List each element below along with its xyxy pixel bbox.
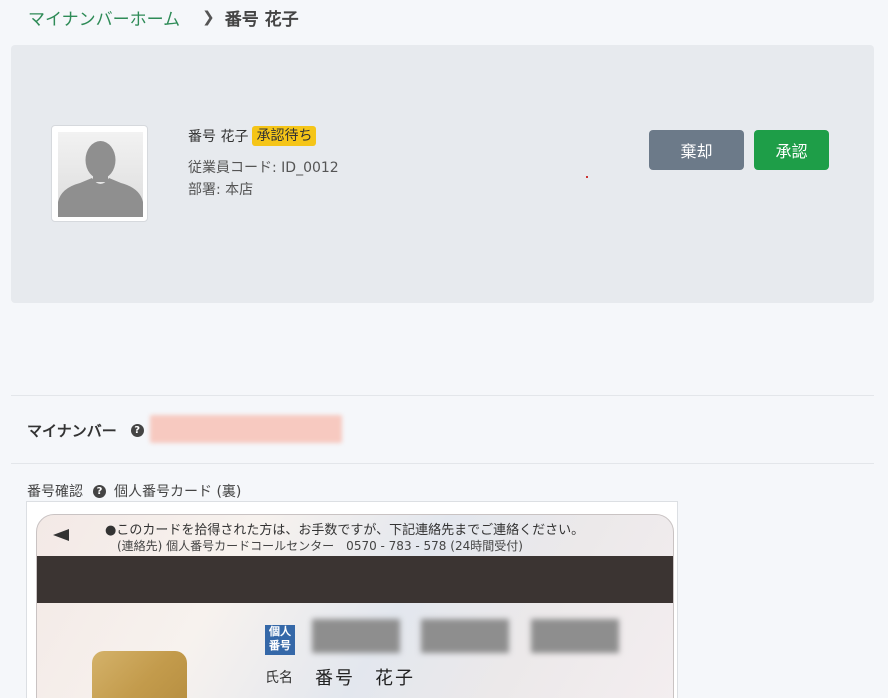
- arrow-left-icon: [53, 529, 69, 541]
- employee-name: 番号 花子: [188, 129, 249, 145]
- approve-button[interactable]: 承認: [754, 130, 829, 170]
- verification-label: 番号確認: [27, 484, 83, 500]
- blurred-number-block: [312, 619, 400, 653]
- help-icon[interactable]: ?: [130, 423, 144, 437]
- ic-chip: [92, 651, 187, 698]
- card-notice-line1: ●このカードを拾得された方は、お手数ですが、下記連絡先までご連絡ください。: [105, 523, 585, 538]
- mynumber-value-masked: [150, 415, 342, 443]
- card-name-label: 氏名: [265, 670, 293, 686]
- avatar: [51, 125, 148, 222]
- breadcrumb: マイナンバーホーム ❯ 番号 花子: [28, 5, 299, 30]
- employee-profile-card: 番号 花子 承認待ち 従業員コード: ID_0012 部署: 本店 棄却 承認: [11, 45, 874, 303]
- mynumber-label: マイナンバー: [27, 421, 117, 440]
- employee-code: 従業員コード: ID_0012: [188, 160, 339, 176]
- status-badge: 承認待ち: [252, 126, 317, 146]
- magnetic-stripe: [37, 556, 673, 603]
- verification-row: 番号確認 ? 個人番号カード (裏): [27, 481, 241, 501]
- divider: [11, 463, 874, 464]
- card-kanji-label: 個人番号: [265, 625, 295, 655]
- mynumber-row: マイナンバー ?: [27, 416, 144, 444]
- mynumber-card-back: ●このカードを拾得された方は、お手数ですが、下記連絡先までご連絡ください。 (連…: [36, 514, 674, 698]
- id-card-image: ●このカードを拾得された方は、お手数ですが、下記連絡先までご連絡ください。 (連…: [26, 501, 678, 698]
- document-type: 個人番号カード (裏): [114, 484, 242, 500]
- help-icon[interactable]: ?: [93, 484, 106, 498]
- divider: [11, 395, 874, 396]
- blurred-number-block: [531, 619, 619, 653]
- blurred-number-block: [421, 619, 509, 653]
- card-name-value: 番号 花子: [315, 668, 415, 689]
- breadcrumb-home-link[interactable]: マイナンバーホーム: [28, 5, 180, 30]
- card-notice-line2: (連絡先) 個人番号カードコールセンター 0570 - 783 - 578 (2…: [117, 539, 523, 553]
- person-silhouette-icon: [58, 132, 143, 217]
- breadcrumb-current: 番号 花子: [224, 9, 299, 30]
- department: 部署: 本店: [188, 182, 254, 198]
- chevron-right-icon: ❯: [202, 8, 215, 26]
- stray-dot: [586, 176, 588, 178]
- discard-button[interactable]: 棄却: [649, 130, 744, 170]
- employee-info: 番号 花子 承認待ち 従業員コード: ID_0012 部署: 本店: [188, 125, 339, 199]
